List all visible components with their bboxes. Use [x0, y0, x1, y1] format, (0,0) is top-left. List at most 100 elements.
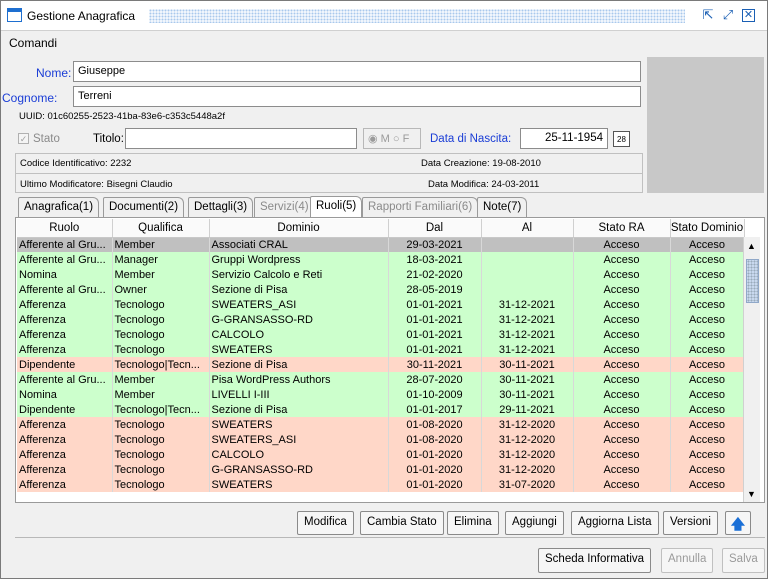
cell-stato-dominio: Acceso [670, 297, 745, 312]
table-row[interactable]: Afferenza Tecnologo SWEATERS_ASI 01-01-2021… [17, 297, 745, 312]
column-header-dal[interactable]: Dal [388, 219, 482, 238]
table-row[interactable]: Afferenza Tecnologo G-GRANSASSO-RD 01-01-20… [17, 462, 745, 477]
cell-ruolo: Afferente al Gru... [17, 237, 113, 252]
nascita-field[interactable]: 25-11-1954 [520, 128, 608, 149]
cognome-label: Cognome: [2, 91, 58, 105]
cell-dominio: G-GRANSASSO-RD [209, 462, 389, 477]
cell-ruolo: Dipendente [17, 357, 113, 372]
cell-dal: 01-01-2021 [388, 342, 482, 357]
table-row[interactable]: Nomina Member LIVELLI I-III 01-10-2009 30-11… [17, 387, 745, 402]
tab-rapporti-familiari[interactable]: Rapporti Familiari(6) [362, 197, 479, 217]
table-row[interactable]: Afferenza Tecnologo SWEATERS_ASI 01-08-2020… [17, 432, 745, 447]
tab-dettagli[interactable]: Dettagli(3) [188, 197, 254, 217]
cognome-field[interactable]: Terreni [73, 86, 641, 107]
tab-documenti[interactable]: Documenti(2) [103, 197, 185, 217]
column-header-qualifica[interactable]: Qualifica [112, 219, 210, 238]
person-photo [647, 57, 764, 193]
cell-dominio: LIVELLI I-III [209, 387, 389, 402]
close-icon[interactable]: ✕ [742, 9, 755, 22]
cell-al: 31-12-2021 [481, 297, 574, 312]
cell-ruolo: Afferenza [17, 417, 113, 432]
cell-stato-dominio: Acceso [670, 372, 745, 387]
table-row[interactable]: Afferenza Tecnologo SWEATERS 01-08-2020 31-1… [17, 417, 745, 432]
table-row[interactable]: Afferenza Tecnologo CALCOLO 01-01-2020 31-12… [17, 447, 745, 462]
codice-text: Codice Identificativo: 2232 [20, 158, 132, 169]
table-header-row: Ruolo Qualifica Dominio Dal Al Stato RA … [17, 219, 745, 238]
cell-stato-dominio: Acceso [670, 417, 745, 432]
grid-scrollbar[interactable]: ▲ ▼ [743, 237, 760, 502]
cell-al: 31-12-2020 [481, 432, 574, 447]
cell-dominio: CALCOLO [209, 447, 389, 462]
menu-comandi[interactable]: Comandi [9, 36, 57, 50]
aggiungi-button[interactable]: Aggiungi [505, 511, 564, 535]
table-row[interactable]: Afferenza Tecnologo SWEATERS 01-01-2020 31-0… [17, 477, 745, 492]
table-row[interactable]: Afferente al Gru... Member Pisa WordPress … [17, 372, 745, 387]
cell-stato-ra: Acceso [573, 312, 671, 327]
stato-checkbox[interactable]: ✓ [18, 133, 29, 144]
move-up-arrow-icon[interactable]: 🡅 [725, 511, 751, 535]
titolo-field[interactable] [125, 128, 357, 149]
column-header-dominio[interactable]: Dominio [209, 219, 389, 238]
cell-dominio: G-GRANSASSO-RD [209, 312, 389, 327]
column-header-stato-dominio[interactable]: Stato Dominio [670, 219, 745, 238]
title-bar[interactable]: Gestione Anagrafica ⇱ ⤢ ✕ [1, 1, 767, 31]
cell-qualifica: Tecnologo [112, 297, 210, 312]
cell-stato-dominio: Acceso [670, 432, 745, 447]
table-row[interactable]: Afferente al Gru... Owner Sezione di Pisa 2… [17, 282, 745, 297]
elimina-button[interactable]: Elimina [447, 511, 499, 535]
modificatore-text: Ultimo Modificatore: Bisegni Claudio [20, 179, 173, 190]
scroll-thumb[interactable] [746, 259, 759, 303]
column-header-ruolo[interactable]: Ruolo [17, 219, 113, 238]
cell-dominio: Servizio Calcolo e Reti [209, 267, 389, 282]
scroll-up-icon[interactable]: ▲ [747, 241, 756, 251]
cell-al: 31-12-2020 [481, 462, 574, 477]
table-row[interactable]: Afferente al Gru... Manager Gruppi Wordpre… [17, 252, 745, 267]
cell-ruolo: Afferenza [17, 327, 113, 342]
annulla-button[interactable]: Annulla [661, 548, 714, 573]
cell-stato-dominio: Acceso [670, 342, 745, 357]
cell-stato-ra: Acceso [573, 462, 671, 477]
tab-servizi[interactable]: Servizi(4) [254, 197, 315, 217]
column-header-stato-ra[interactable]: Stato RA [573, 219, 671, 238]
radio-m-icon[interactable]: ◉ [368, 133, 378, 145]
column-header-al[interactable]: Al [481, 219, 574, 238]
cell-stato-ra: Acceso [573, 282, 671, 297]
cell-al [481, 237, 574, 252]
tab-anagrafica[interactable]: Anagrafica(1) [18, 197, 100, 217]
cell-qualifica: Tecnologo [112, 312, 210, 327]
table-row[interactable]: Afferente al Gru... Member Associati CRAL 2… [17, 237, 745, 252]
cell-ruolo: Afferenza [17, 432, 113, 447]
modifica-button[interactable]: Modifica [297, 511, 354, 535]
cell-al: 31-07-2020 [481, 477, 574, 492]
calendar-icon[interactable]: 28 [613, 131, 630, 147]
cell-stato-dominio: Acceso [670, 447, 745, 462]
table-row[interactable]: Dipendente Tecnologo|Tecn... Sezione di Pi… [17, 402, 745, 417]
table-row[interactable]: Afferenza Tecnologo CALCOLO 01-01-2021 31-12… [17, 327, 745, 342]
table-row[interactable]: Dipendente Tecnologo|Tecn... Sezione di Pi… [17, 357, 745, 372]
maximize-icon[interactable]: ⤢ [720, 7, 736, 23]
table-row[interactable]: Nomina Member Servizio Calcolo e Reti 21-02… [17, 267, 745, 282]
cell-ruolo: Afferente al Gru... [17, 372, 113, 387]
cell-qualifica: Owner [112, 282, 210, 297]
salva-button[interactable]: Salva [722, 548, 765, 573]
scroll-down-icon[interactable]: ▼ [747, 489, 756, 499]
cell-stato-dominio: Acceso [670, 402, 745, 417]
cambia-stato-button[interactable]: Cambia Stato [360, 511, 444, 535]
nome-field[interactable]: Giuseppe [73, 61, 641, 82]
cell-stato-dominio: Acceso [670, 312, 745, 327]
tab-ruoli[interactable]: Ruoli(5) [310, 196, 363, 218]
scheda-informativa-button[interactable]: Scheda Informativa [538, 548, 652, 573]
radio-f-icon[interactable]: ○ [393, 133, 400, 145]
cell-qualifica: Tecnologo [112, 462, 210, 477]
restore-icon[interactable]: ⇱ [700, 7, 716, 23]
versioni-button[interactable]: Versioni [663, 511, 718, 535]
cell-dal: 01-08-2020 [388, 417, 482, 432]
cell-stato-dominio: Acceso [670, 252, 745, 267]
tab-note[interactable]: Note(7) [477, 197, 528, 217]
aggiorna-lista-button[interactable]: Aggiorna Lista [571, 511, 659, 535]
cell-al: 30-11-2021 [481, 372, 574, 387]
table-row[interactable]: Afferenza Tecnologo G-GRANSASSO-RD 01-01-20… [17, 312, 745, 327]
cell-stato-ra: Acceso [573, 297, 671, 312]
cell-qualifica: Tecnologo [112, 432, 210, 447]
table-row[interactable]: Afferenza Tecnologo SWEATERS 01-01-2021 31-1… [17, 342, 745, 357]
